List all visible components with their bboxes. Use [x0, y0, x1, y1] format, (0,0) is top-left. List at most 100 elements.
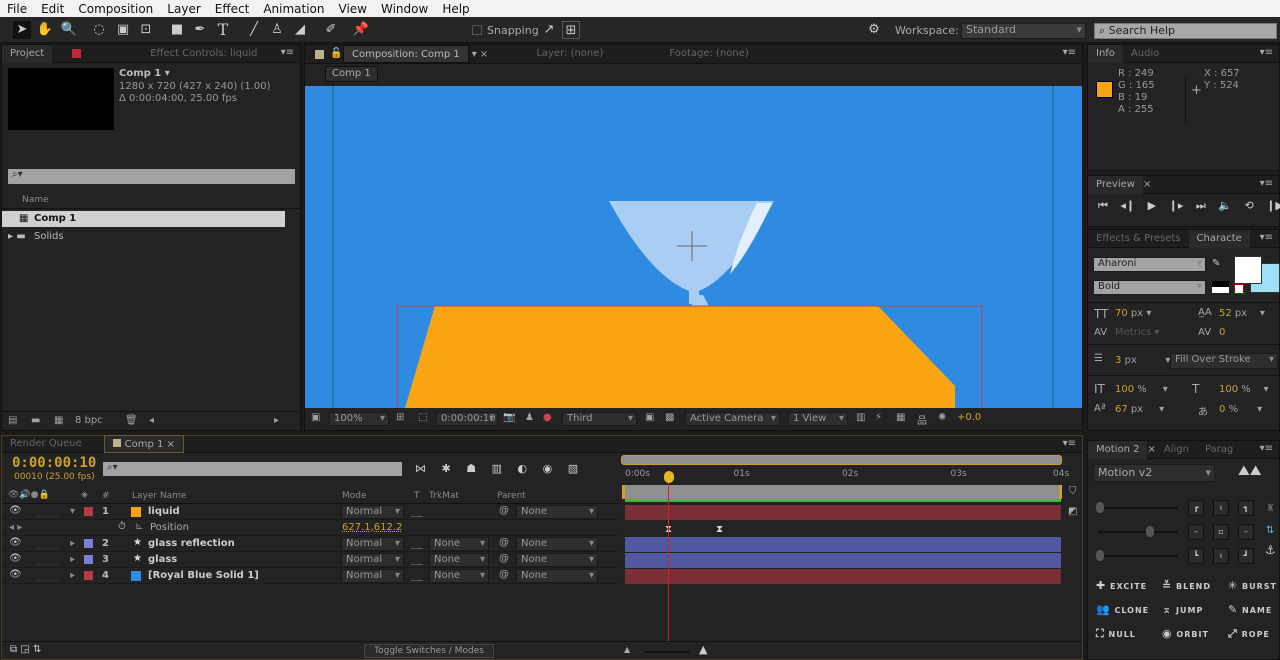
- swap-icon[interactable]: ⇅: [1266, 525, 1274, 536]
- preserve-transparency-checkbox[interactable]: [411, 539, 423, 549]
- label-color[interactable]: [84, 555, 93, 564]
- eye-icon[interactable]: 👁: [9, 537, 22, 548]
- close-icon[interactable]: ×: [1147, 444, 1155, 455]
- camera-tool-icon[interactable]: ▣: [114, 21, 132, 39]
- slider-2[interactable]: [1098, 531, 1178, 533]
- expand-closed-icon[interactable]: ▸: [70, 570, 75, 581]
- slider-1[interactable]: [1098, 507, 1178, 509]
- frame-blending-icon[interactable]: ▥: [492, 462, 502, 475]
- tab-info[interactable]: Info: [1088, 44, 1123, 63]
- layer-duration-bar[interactable]: [625, 537, 1061, 552]
- default-colors-icon[interactable]: [1212, 281, 1229, 293]
- bpc-label[interactable]: 8 bpc: [75, 415, 103, 426]
- font-style-select[interactable]: Bold: [1093, 280, 1206, 295]
- parent-select[interactable]: None: [516, 553, 598, 567]
- blend-mode-select[interactable]: Normal: [341, 553, 404, 567]
- preset-select[interactable]: Motion v2: [1093, 464, 1215, 482]
- motion2-name-button[interactable]: ✎ NAME: [1228, 603, 1272, 616]
- region-of-interest-icon[interactable]: ⬚: [418, 412, 427, 423]
- baseline-value[interactable]: 67: [1115, 404, 1128, 415]
- panel-menu-icon[interactable]: ▾≡: [1260, 443, 1273, 454]
- view-layout-select[interactable]: 1 View: [788, 412, 848, 426]
- tab-layer[interactable]: Layer: (none): [528, 45, 611, 63]
- snap-options-icon[interactable]: ↗: [540, 21, 558, 39]
- work-area-bar[interactable]: [622, 485, 1062, 499]
- comp-marker-bin-icon[interactable]: ⛉: [1069, 486, 1077, 497]
- font-family-select[interactable]: Aharoni: [1093, 257, 1206, 272]
- loop-icon[interactable]: ⟲: [1244, 199, 1253, 212]
- delete-icon[interactable]: 🗑: [125, 415, 138, 426]
- label-color[interactable]: [84, 539, 93, 548]
- expand-closed-icon[interactable]: ▸: [70, 554, 75, 565]
- snap-target-icon[interactable]: ⊞: [562, 21, 580, 39]
- tab-preview[interactable]: Preview: [1088, 175, 1143, 194]
- horizontal-scale-value[interactable]: 100: [1219, 384, 1238, 395]
- snapping-checkbox[interactable]: [472, 25, 482, 35]
- zoom-in-icon[interactable]: ▲: [699, 643, 707, 656]
- eraser-tool-icon[interactable]: ◢: [291, 21, 309, 39]
- ram-preview-icon[interactable]: ❙▶: [1266, 199, 1280, 212]
- motion2-clone-button[interactable]: 👥 CLONE: [1096, 603, 1149, 616]
- play-icon[interactable]: ▶: [1148, 199, 1156, 212]
- pick-whip-icon[interactable]: @: [499, 569, 509, 580]
- selection-tool-icon[interactable]: ➤: [13, 21, 31, 39]
- comp-name[interactable]: Comp 1 ▾: [119, 68, 170, 79]
- panel-menu-icon[interactable]: ▾≡: [281, 47, 294, 58]
- property-value[interactable]: 627.1,612.2: [342, 522, 402, 533]
- tab-composition[interactable]: Composition: Comp 1: [343, 45, 469, 63]
- blend-mode-select[interactable]: Normal: [341, 569, 404, 583]
- vertical-scale-field[interactable]: 100 % ▾: [1115, 384, 1168, 395]
- anchor-left-button[interactable]: –: [1188, 524, 1204, 540]
- resolution-select[interactable]: Third: [562, 412, 637, 426]
- time-ruler[interactable]: 0:00s 01s 02s 03s 04s: [621, 466, 1069, 484]
- zoom-tool-icon[interactable]: 🔍: [60, 21, 78, 39]
- kerning-value[interactable]: Metrics: [1115, 327, 1151, 338]
- anchor-top-right-button[interactable]: ┓: [1238, 500, 1254, 516]
- preserve-transparency-checkbox[interactable]: [411, 571, 423, 581]
- tsume-field[interactable]: 0 % ▾: [1219, 404, 1262, 415]
- motion2-null-button[interactable]: ⛶ NULL: [1096, 627, 1136, 641]
- baseline-shift-field[interactable]: 67 px ▾: [1115, 404, 1164, 415]
- current-time-field[interactable]: 0:00:00:10: [436, 412, 498, 426]
- time-navigator[interactable]: [621, 455, 1062, 465]
- timeline-icon[interactable]: ▦: [896, 412, 905, 423]
- roto-brush-tool-icon[interactable]: ✐: [322, 21, 340, 39]
- pick-whip-icon[interactable]: @: [499, 537, 509, 548]
- kerning-field[interactable]: Metrics ▾: [1115, 327, 1160, 338]
- anchor-center-button[interactable]: ▫: [1213, 524, 1229, 540]
- project-item-comp1[interactable]: ▦ Comp 1: [2, 211, 285, 227]
- parent-select[interactable]: None: [516, 505, 598, 519]
- fast-previews-icon[interactable]: ▣: [645, 412, 654, 423]
- layer-name[interactable]: glass: [148, 554, 177, 565]
- clone-stamp-tool-icon[interactable]: ♙: [268, 21, 286, 39]
- menu-effect[interactable]: Effect: [208, 2, 257, 16]
- parent-select[interactable]: None: [516, 569, 598, 583]
- prev-frame-icon[interactable]: ◂❙: [1120, 199, 1135, 212]
- switch-boxes[interactable]: [35, 539, 59, 549]
- panel-menu-icon[interactable]: ▾≡: [1260, 178, 1273, 189]
- puppet-pin-tool-icon[interactable]: 📌: [352, 21, 370, 39]
- workspace-select[interactable]: Standard: [961, 23, 1086, 39]
- menu-edit[interactable]: Edit: [34, 2, 71, 16]
- stroke-mode-select[interactable]: Fill Over Stroke: [1170, 353, 1278, 369]
- tab-render-queue[interactable]: Render Queue: [2, 435, 90, 453]
- tab-effect-controls[interactable]: Effect Controls: liquid: [142, 45, 265, 63]
- track-matte-select[interactable]: None: [429, 553, 489, 567]
- mode-header[interactable]: Mode: [342, 491, 367, 501]
- rotate-tool-icon[interactable]: ◌: [90, 21, 108, 39]
- layer-search-input[interactable]: ⌕▾: [103, 462, 402, 476]
- exposure-icon[interactable]: ✺: [938, 412, 946, 423]
- zoom-out-icon[interactable]: ▲: [624, 645, 630, 654]
- menu-file[interactable]: File: [0, 2, 34, 16]
- workspace-icon[interactable]: ⚙: [865, 21, 883, 39]
- pen-tool-icon[interactable]: ✒: [191, 21, 209, 39]
- blend-mode-select[interactable]: Normal: [341, 505, 404, 519]
- menu-help[interactable]: Help: [435, 2, 476, 16]
- fast-preview-icon[interactable]: ⚡: [875, 412, 882, 423]
- flowchart-icon[interactable]: 品: [917, 412, 927, 427]
- channel-icon[interactable]: ●: [543, 412, 552, 423]
- search-help-input[interactable]: ⌕ Search Help: [1094, 23, 1277, 39]
- leading-value[interactable]: 52: [1219, 308, 1232, 319]
- lock-icon[interactable]: ♜: [1266, 503, 1275, 514]
- rectangle-tool-icon[interactable]: ■: [168, 21, 186, 39]
